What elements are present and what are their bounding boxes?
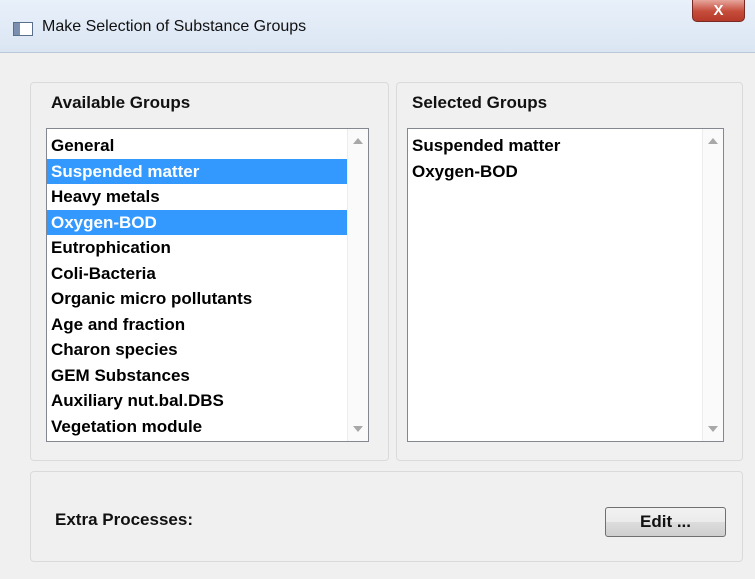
available-groups-panel: Available Groups General Suspended matter… [30, 82, 389, 461]
list-item[interactable]: Oxygen-BOD [47, 209, 348, 235]
available-groups-title: Available Groups [51, 93, 191, 112]
selected-groups-panel: Selected Groups Suspended matter Oxygen-B… [396, 82, 743, 461]
selected-list-scrollbar[interactable] [702, 129, 723, 441]
available-list-scrollbar[interactable] [347, 129, 368, 441]
list-item[interactable]: Organic micro pollutants [47, 286, 348, 312]
list-item[interactable]: Charon species [47, 337, 348, 363]
dialog-content: Available Groups General Suspended matter… [6, 53, 755, 579]
extra-processes-label: Extra Processes: [55, 510, 193, 529]
list-item[interactable]: GEM Substances [47, 363, 348, 389]
selected-groups-title: Selected Groups [412, 93, 548, 112]
window-title: Make Selection of Substance Groups [42, 18, 307, 35]
list-item[interactable]: Suspended matter [47, 158, 348, 184]
available-groups-list[interactable]: General Suspended matter Heavy metals Oxyge… [46, 128, 369, 442]
scroll-up-icon[interactable] [353, 138, 363, 144]
list-item[interactable]: Auxiliary nut.bal.DBS [47, 388, 348, 414]
list-item[interactable]: Age and fraction [47, 312, 348, 338]
title-bar[interactable]: Make Selection of Substance Groups X [0, 0, 755, 53]
close-icon: X [713, 2, 724, 19]
scroll-down-icon[interactable] [708, 426, 718, 432]
list-item[interactable]: General [47, 133, 348, 159]
edit-button[interactable]: Edit ... [605, 507, 726, 537]
close-button[interactable]: X [692, 0, 745, 22]
selected-groups-list[interactable]: Suspended matter Oxygen-BOD [407, 128, 724, 442]
list-item[interactable]: Suspended matter [408, 133, 703, 159]
scroll-up-icon[interactable] [708, 138, 718, 144]
list-item[interactable]: Coli-Bacteria [47, 261, 348, 287]
extra-processes-panel: Extra Processes: Edit ... [30, 471, 743, 562]
list-item[interactable]: Heavy metals [47, 184, 348, 210]
list-item[interactable]: Eutrophication [47, 235, 348, 261]
window-icon [13, 22, 33, 36]
dialog-window: Make Selection of Substance Groups X Ava… [0, 0, 755, 579]
list-item[interactable]: Oxygen-BOD [408, 159, 703, 185]
list-item[interactable]: Vegetation module [47, 414, 348, 440]
scroll-down-icon[interactable] [353, 426, 363, 432]
